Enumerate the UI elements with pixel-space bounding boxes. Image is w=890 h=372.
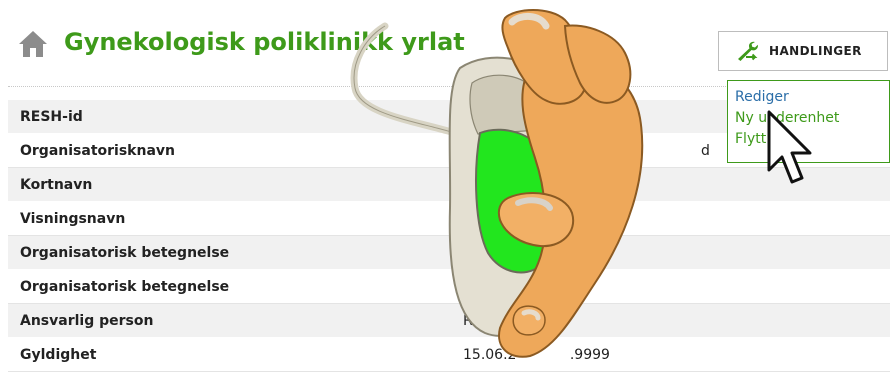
actions-button[interactable]: HANDLINGER	[718, 31, 888, 71]
hand-with-mouse-icon	[350, 9, 644, 358]
home-icon[interactable]	[18, 30, 48, 58]
actions-button-label: HANDLINGER	[769, 44, 862, 58]
mouse-pointer-icon	[767, 110, 812, 184]
wrench-icon	[738, 41, 758, 61]
menu-item-edit[interactable]: Rediger	[735, 87, 889, 108]
